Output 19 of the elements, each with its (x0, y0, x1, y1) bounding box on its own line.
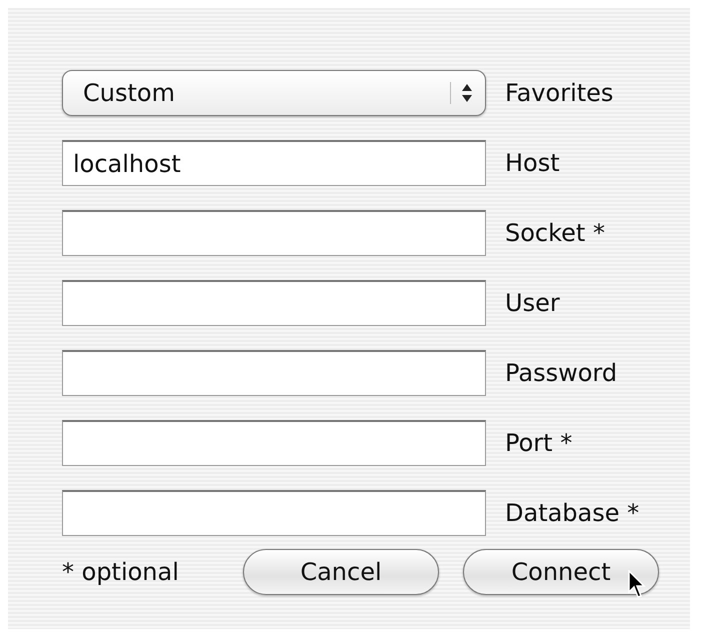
up-down-arrows-icon (450, 82, 473, 104)
field-label: Password (505, 359, 618, 387)
field-label: Database * (505, 499, 640, 527)
input-field[interactable] (62, 280, 486, 326)
input-field[interactable] (62, 210, 486, 256)
connect-button[interactable]: Connect (463, 549, 659, 595)
input-field[interactable]: localhost (62, 140, 486, 186)
field-label: Host (505, 149, 560, 177)
input-field[interactable] (62, 420, 486, 466)
field-label: User (505, 289, 560, 317)
favorites-dropdown[interactable]: Custom (62, 70, 486, 116)
field-label: Socket * (505, 219, 605, 247)
optional-note: * optional (62, 558, 180, 586)
cancel-button[interactable]: Cancel (243, 549, 439, 595)
field-label: Port * (505, 429, 572, 457)
input-field[interactable] (62, 490, 486, 536)
mouse-pointer-icon (628, 570, 648, 600)
input-field[interactable] (62, 350, 486, 396)
field-label: Favorites (505, 79, 614, 107)
